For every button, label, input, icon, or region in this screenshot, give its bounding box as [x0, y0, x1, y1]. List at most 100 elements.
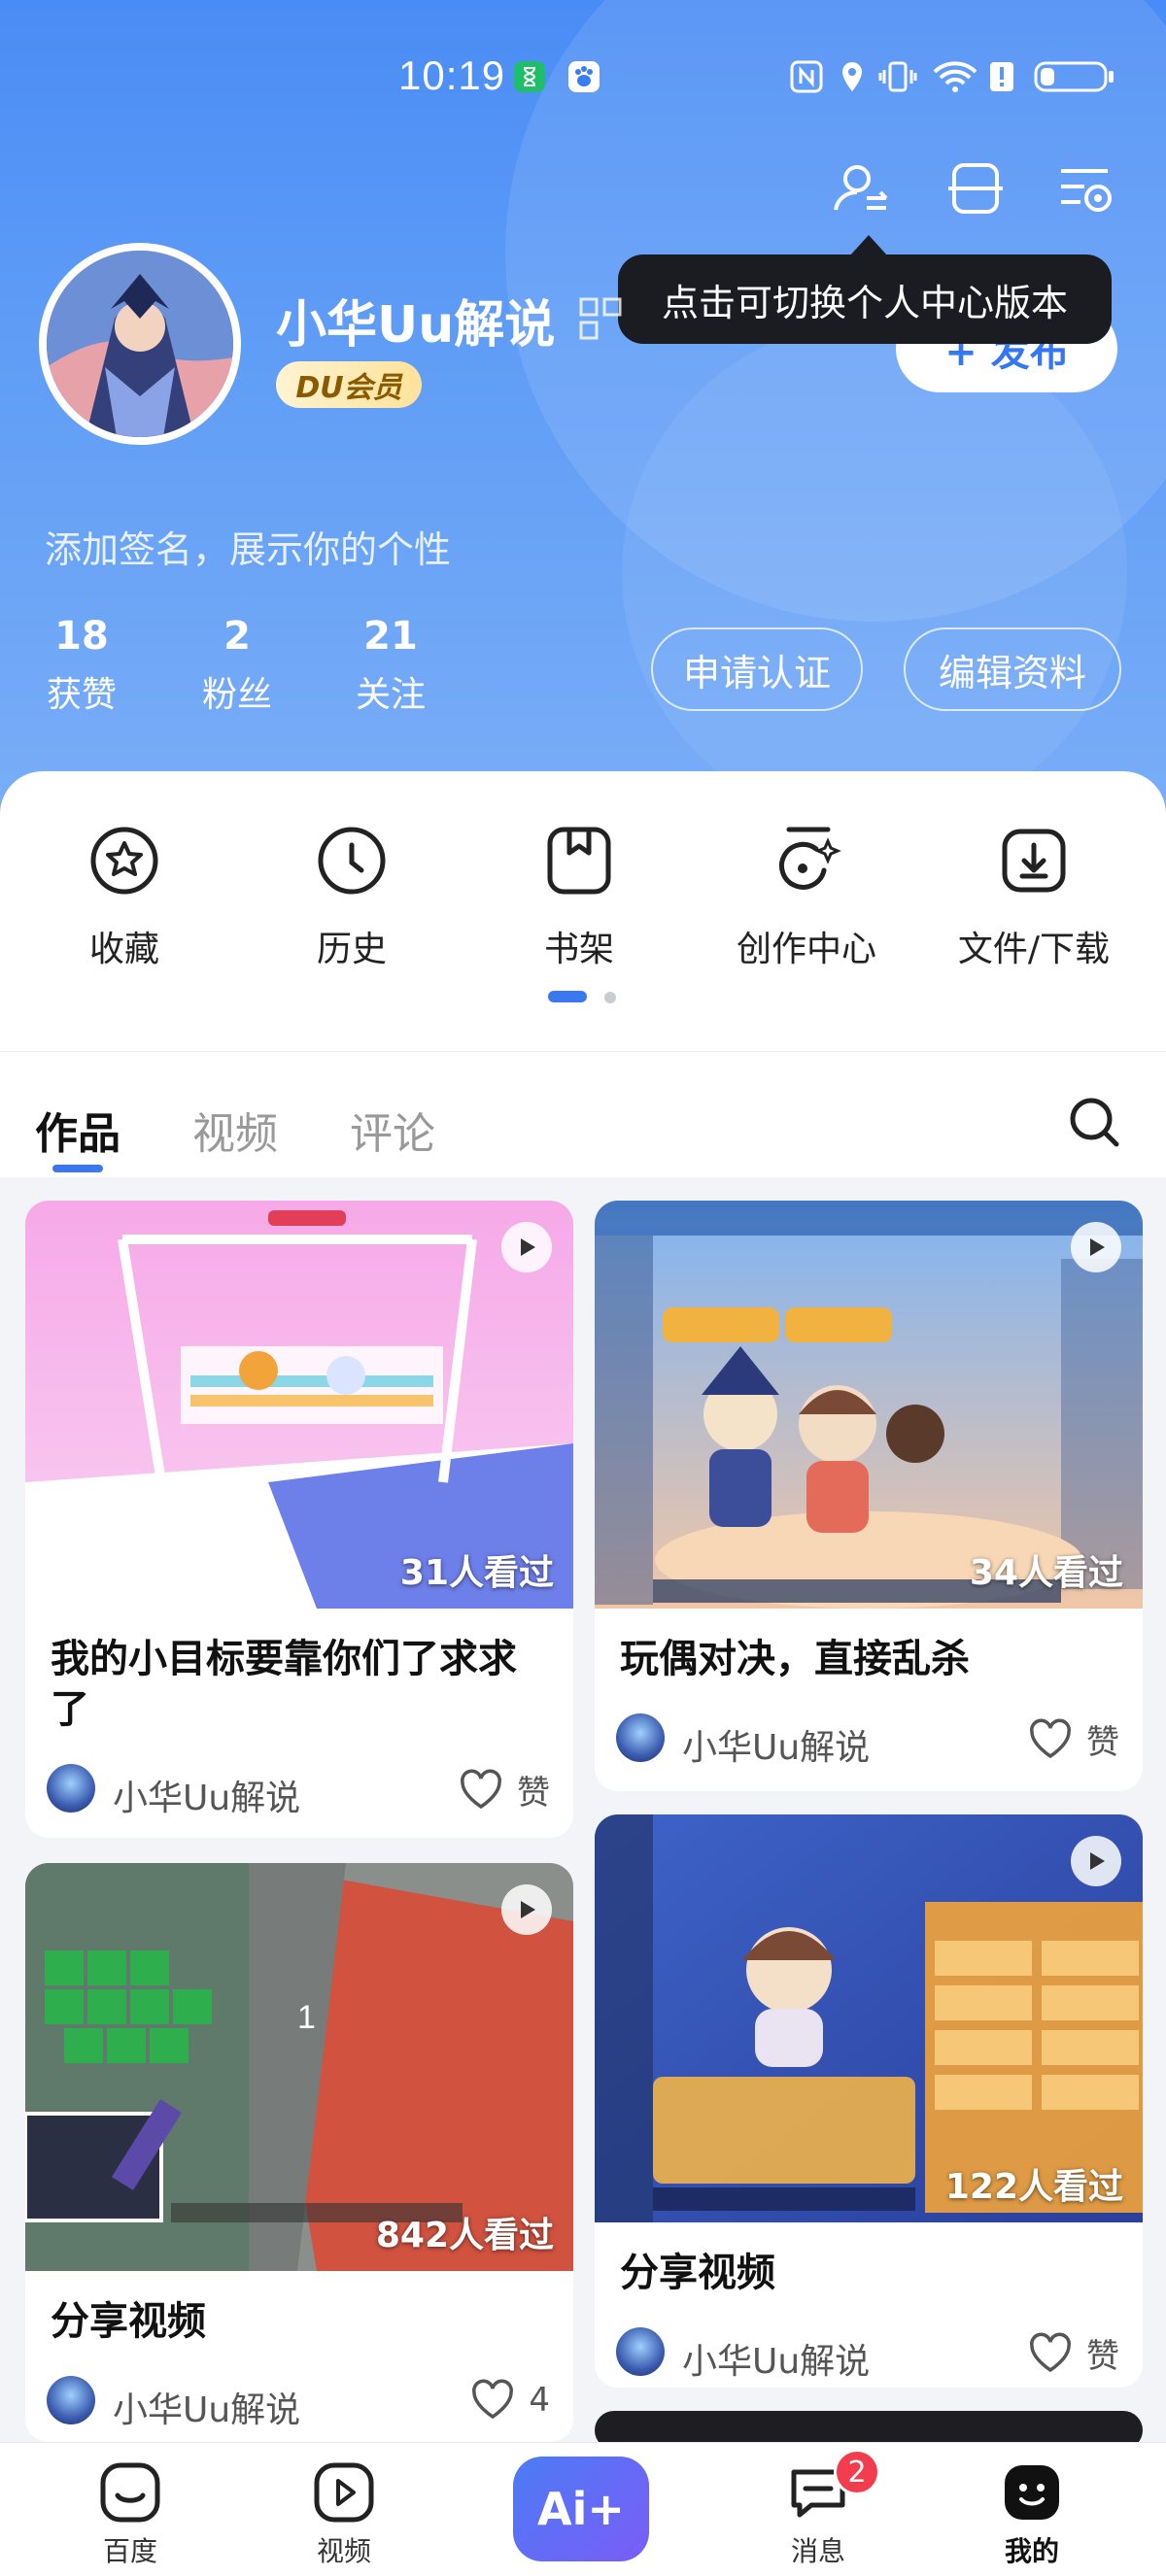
- nav-label: 百度: [102, 2535, 157, 2567]
- edit-profile-button[interactable]: 编辑资料: [904, 627, 1121, 711]
- vibrate-icon: [878, 61, 917, 92]
- qr-code-icon[interactable]: [577, 295, 624, 342]
- author-name[interactable]: 小华Uu解说: [113, 2382, 300, 2432]
- page-dot[interactable]: [604, 992, 616, 1003]
- nav-video[interactable]: 视频: [266, 2460, 422, 2569]
- switch-version-icon[interactable]: [830, 157, 892, 220]
- alert-icon: [990, 62, 1013, 91]
- play-icon: [501, 1884, 552, 1935]
- quick-action-favorites[interactable]: 收藏: [27, 824, 222, 971]
- download-icon: [1002, 829, 1066, 893]
- bookmark-icon: [547, 827, 611, 895]
- author-avatar[interactable]: [616, 2327, 665, 2376]
- quick-action-label: 创作中心: [736, 930, 876, 969]
- quick-action-files-download[interactable]: 文件/下载: [937, 824, 1131, 971]
- video-title: 分享视频: [620, 2251, 775, 2295]
- baidu-home-icon: [100, 2462, 160, 2523]
- card-meta: 小华Uu解说 赞: [595, 1698, 1143, 1776]
- heart-icon: [1030, 2332, 1071, 2372]
- video-thumbnail[interactable]: 122人看过: [595, 1814, 1143, 2222]
- signature-prompt[interactable]: 添加签名，展示你的个性: [45, 520, 451, 573]
- nav-label: 消息: [790, 2535, 845, 2567]
- quick-action-history[interactable]: 历史: [255, 824, 449, 971]
- author-avatar[interactable]: [47, 2376, 95, 2424]
- card-meta: 小华Uu解说 4: [25, 2360, 573, 2438]
- video-card[interactable]: 122人看过 分享视频 小华Uu解说 赞: [595, 1814, 1143, 2388]
- heart-icon: [1030, 1718, 1071, 1758]
- scan-icon[interactable]: [944, 157, 1007, 220]
- tooltip-arrow: [849, 235, 888, 256]
- avatar-character-image: [47, 251, 233, 437]
- card-meta: 小华Uu解说 赞: [595, 2312, 1143, 2388]
- status-bar: 10:19: [0, 49, 1166, 107]
- header-decoration: [622, 321, 1127, 816]
- card-meta: 小华Uu解说 赞: [25, 1748, 573, 1826]
- active-tab-indicator: [52, 1165, 103, 1172]
- like-button[interactable]: 赞: [1028, 1715, 1119, 1763]
- hourglass-icon: [514, 61, 545, 92]
- stat-following-label: 关注: [355, 675, 426, 715]
- tab-comments[interactable]: 评论: [350, 1099, 435, 1161]
- video-play-icon: [314, 2462, 374, 2523]
- message-count-badge: 2: [834, 2449, 880, 2495]
- svg-text:1: 1: [297, 1999, 316, 2036]
- stat-likes[interactable]: 18 获赞: [23, 614, 140, 717]
- page-dot-active: [548, 991, 587, 1002]
- baidu-paw-icon: [568, 61, 600, 92]
- play-icon: [1071, 1836, 1121, 1886]
- ai-assistant-button[interactable]: Ai+: [513, 2457, 649, 2561]
- like-button[interactable]: 赞: [459, 1766, 550, 1813]
- quick-action-creator-center[interactable]: 创作中心: [709, 824, 904, 971]
- quick-action-bookshelf[interactable]: 书架: [482, 824, 676, 971]
- status-time: 10:19: [398, 52, 506, 98]
- play-icon: [501, 1222, 552, 1272]
- tab-videos[interactable]: 视频: [192, 1099, 278, 1161]
- like-count: 4: [529, 2381, 550, 2420]
- wifi-icon: [933, 61, 977, 92]
- stat-likes-label: 获赞: [46, 675, 117, 715]
- quick-actions-panel: 收藏 历史 书架 创作中心 文件/下载: [0, 771, 1166, 1053]
- like-button[interactable]: 赞: [1028, 2329, 1119, 2377]
- nav-me[interactable]: 我的: [954, 2460, 1110, 2569]
- like-label: 赞: [1086, 1723, 1119, 1762]
- stat-following-value: 21: [363, 614, 418, 659]
- video-title: 分享视频: [51, 2299, 206, 2344]
- nav-label: 我的: [1004, 2535, 1059, 2567]
- tab-works[interactable]: 作品: [35, 1099, 120, 1161]
- battery-icon: [1034, 61, 1114, 92]
- video-card[interactable]: 1 842人看过 分享视频 小华Uu解说 4: [25, 1863, 573, 2442]
- author-name[interactable]: 小华Uu解说: [682, 2333, 870, 2384]
- settings-icon[interactable]: [1055, 157, 1117, 220]
- like-button[interactable]: 4: [470, 2378, 550, 2423]
- view-count: 34人看过: [969, 1553, 1123, 1593]
- stat-fans-label: 粉丝: [201, 675, 272, 715]
- vip-badge[interactable]: DU会员: [276, 361, 422, 408]
- video-thumbnail[interactable]: 34人看过: [595, 1201, 1143, 1609]
- video-thumbnail[interactable]: 31人看过: [25, 1201, 573, 1609]
- video-title: 我的小目标要靠你们了求求了: [51, 1637, 517, 1732]
- profile-header: 10:19 + 发布 点击可切换个人中心版本 小华Uu解说 DU会员 添加签名，…: [0, 0, 1166, 816]
- nav-baidu[interactable]: 百度: [52, 2460, 208, 2569]
- search-icon[interactable]: [1067, 1095, 1121, 1149]
- author-avatar[interactable]: [47, 1764, 95, 1813]
- location-icon: [842, 62, 862, 91]
- bottom-navigation: 百度 视频 Ai+ 消息 2 我的: [0, 2442, 1166, 2576]
- stat-likes-value: 18: [54, 614, 109, 659]
- stat-following[interactable]: 21 关注: [332, 614, 449, 717]
- video-thumbnail[interactable]: 1 842人看过: [25, 1863, 573, 2271]
- view-count: 122人看过: [944, 2167, 1123, 2207]
- author-name[interactable]: 小华Uu解说: [113, 1770, 300, 1820]
- author-avatar[interactable]: [616, 1713, 665, 1762]
- video-card[interactable]: 34人看过 玩偶对决，直接乱杀 小华Uu解说 赞: [595, 1201, 1143, 1791]
- nfc-icon: [790, 60, 823, 93]
- stat-fans[interactable]: 2 粉丝: [179, 614, 295, 717]
- username: 小华Uu解说: [276, 296, 556, 355]
- heart-icon: [461, 1769, 501, 1809]
- avatar[interactable]: [39, 243, 241, 445]
- video-card[interactable]: 31人看过 我的小目标要靠你们了求求了 小华Uu解说 赞: [25, 1201, 573, 1838]
- author-name[interactable]: 小华Uu解说: [682, 1719, 870, 1770]
- like-label: 赞: [517, 1774, 550, 1813]
- switch-version-tooltip[interactable]: 点击可切换个人中心版本: [618, 254, 1112, 344]
- apply-verify-button[interactable]: 申请认证: [651, 627, 863, 711]
- heart-icon: [472, 2379, 514, 2420]
